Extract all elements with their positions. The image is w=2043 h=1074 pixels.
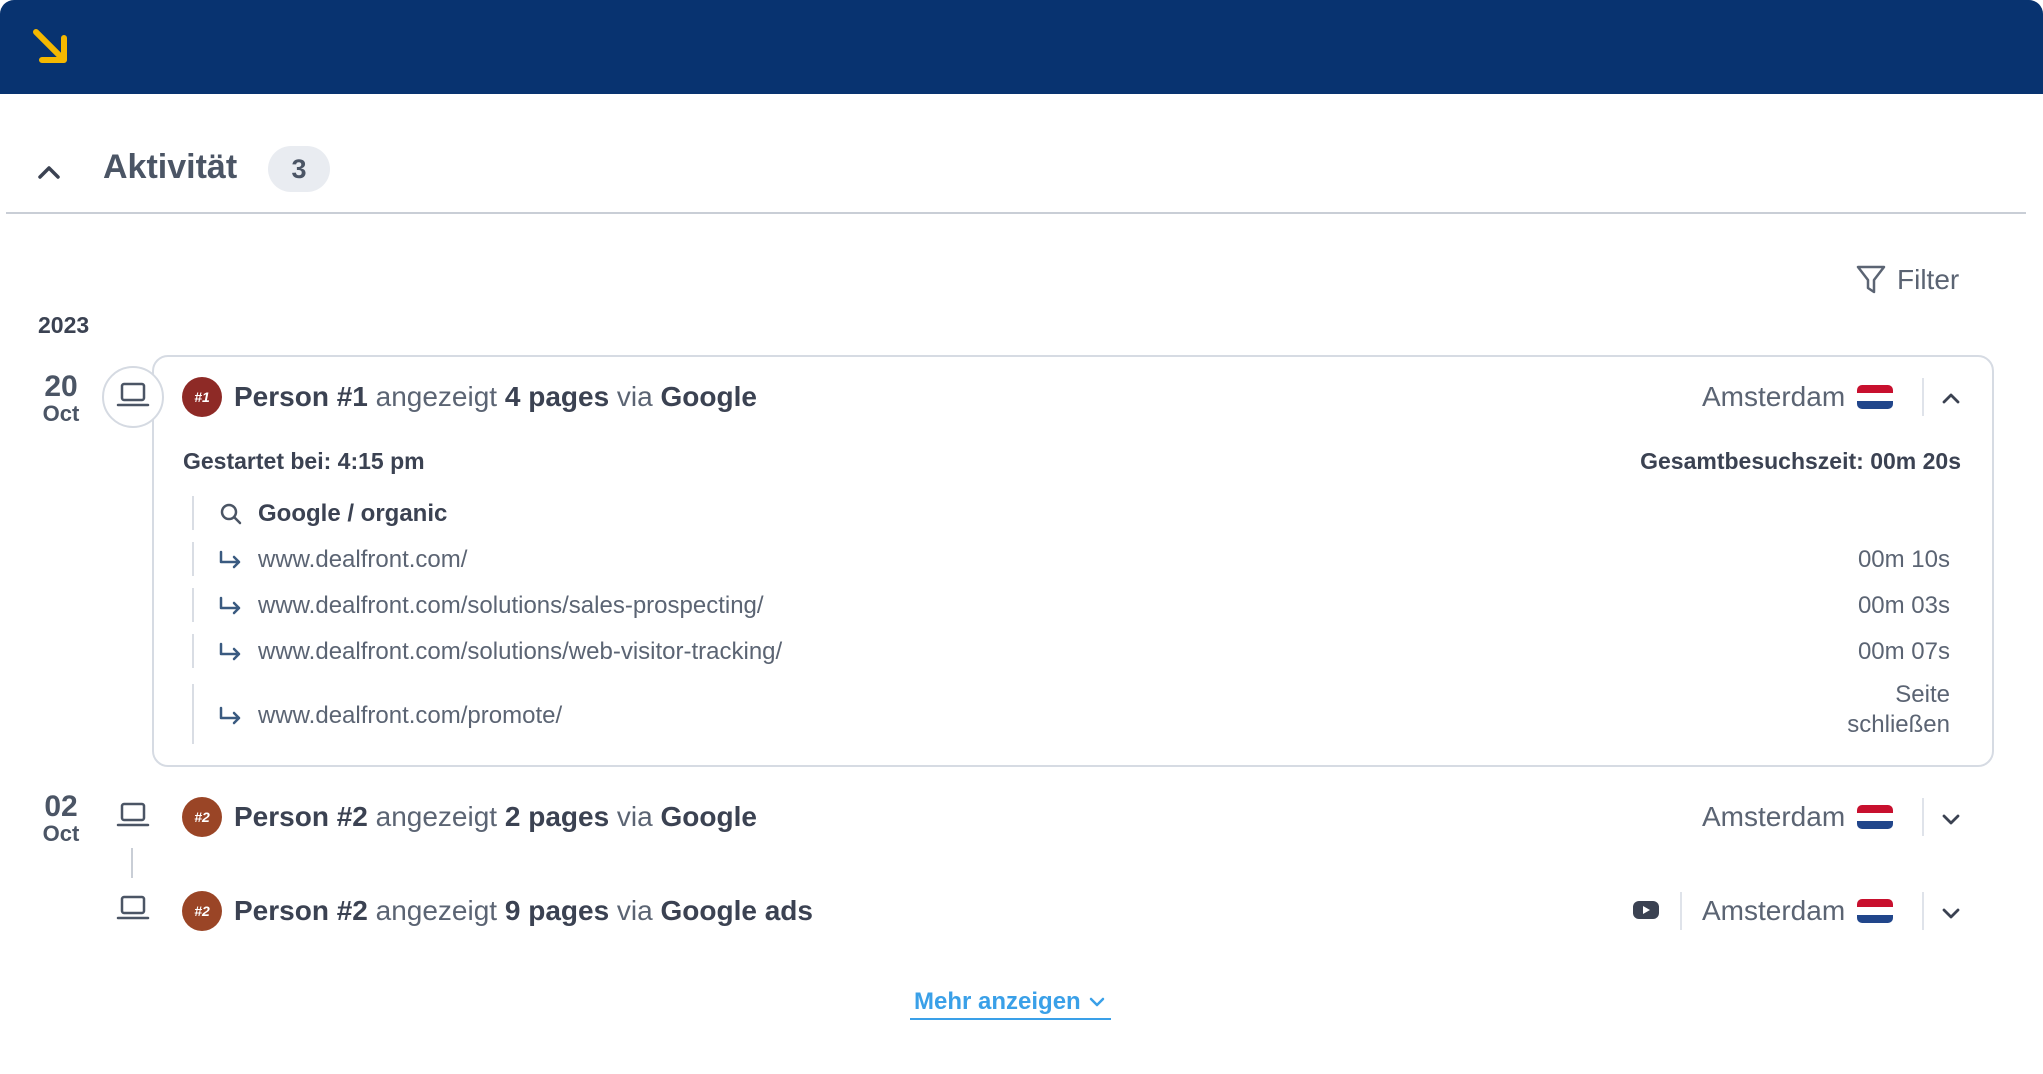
trail-line <box>192 542 194 576</box>
verb-text: angezeigt <box>375 801 498 832</box>
person-avatar: #1 <box>182 377 222 417</box>
chevron-down-icon <box>1089 997 1104 1007</box>
laptop-icon <box>116 895 150 920</box>
page-url[interactable]: www.dealfront.com/solutions/web-visitor-… <box>258 638 782 666</box>
traffic-source: Google <box>660 801 757 832</box>
page-count: 9 pages <box>504 895 610 926</box>
video-play-icon <box>1633 901 1659 919</box>
exit-line-2: schließen <box>1847 711 1950 738</box>
location: Amsterdam <box>1702 372 1894 422</box>
netherlands-flag-icon <box>1857 385 1894 409</box>
vertical-separator <box>1922 798 1924 836</box>
netherlands-flag-icon <box>1857 805 1894 829</box>
trail-line <box>192 588 194 622</box>
session-headline[interactable]: #1 Person #1 angezeigt 4 pages via Googl… <box>182 372 757 422</box>
session-headline-text: Person #1 angezeigt 4 pages via Google <box>234 381 757 413</box>
activity-count-badge: 3 <box>268 146 330 192</box>
session-headline-text: Person #2 angezeigt 9 pages via Google a… <box>234 895 813 927</box>
section-divider <box>6 212 2026 214</box>
trail-line <box>192 496 194 530</box>
page-url[interactable]: www.dealfront.com/ <box>258 546 467 574</box>
verb-text: angezeigt <box>375 381 498 412</box>
show-more-link[interactable]: Mehr anzeigen <box>910 988 1111 1020</box>
laptop-icon <box>116 382 150 407</box>
session-headline[interactable]: #2 Person #2 angezeigt 2 pages via Googl… <box>182 792 757 842</box>
page-count: 2 pages <box>504 801 610 832</box>
vertical-separator <box>1922 378 1924 416</box>
location-city: Amsterdam <box>1702 381 1846 412</box>
filter-button[interactable]: Filter <box>1855 262 1959 298</box>
page-count: 4 pages <box>504 381 610 412</box>
arrow-return-right-icon <box>219 596 241 615</box>
page-url[interactable]: www.dealfront.com/promote/ <box>258 702 562 730</box>
top-bar <box>0 0 2043 94</box>
arrow-return-right-icon <box>219 550 241 569</box>
arrow-return-right-icon <box>219 706 241 725</box>
page-url[interactable]: www.dealfront.com/solutions/sales-prospe… <box>258 592 764 620</box>
location-city: Amsterdam <box>1702 801 1846 832</box>
date-month: Oct <box>42 401 80 426</box>
referrer-text: Google / organic <box>258 500 448 527</box>
via-text: via <box>616 381 653 412</box>
chevron-up-icon[interactable] <box>1938 386 1964 412</box>
page-duration: 00m 07s <box>1857 638 1950 665</box>
location: Amsterdam <box>1702 792 1894 842</box>
laptop-icon <box>116 802 150 827</box>
date-day: 20 <box>44 370 78 403</box>
session-start-time: Gestartet bei: 4:15 pm <box>183 448 425 474</box>
session-date: 20 Oct <box>28 372 94 426</box>
person-name: Person #2 <box>234 801 368 832</box>
timeline-year: 2023 <box>38 312 90 338</box>
session-headline[interactable]: #2 Person #2 angezeigt 9 pages via Googl… <box>182 886 813 936</box>
chevron-down-icon[interactable] <box>1938 806 1964 832</box>
session-headline-text: Person #2 angezeigt 2 pages via Google <box>234 801 757 833</box>
location: Amsterdam <box>1702 886 1894 936</box>
chevron-down-icon[interactable] <box>1938 900 1964 926</box>
trail-line <box>192 634 194 668</box>
via-text: via <box>616 895 653 926</box>
arrow-down-right-icon[interactable] <box>30 26 74 70</box>
page-trail: Google / organic www.dealfront.com/ 00m … <box>192 496 1962 746</box>
netherlands-flag-icon <box>1857 899 1894 923</box>
activity-section-header[interactable]: Aktivität 3 <box>0 130 2043 214</box>
verb-text: angezeigt <box>375 895 498 926</box>
filter-label: Filter <box>1897 264 1960 295</box>
funnel-icon <box>1856 265 1886 294</box>
section-title: Aktivität <box>103 148 238 186</box>
person-name: Person #1 <box>234 381 368 412</box>
location-city: Amsterdam <box>1702 895 1846 926</box>
show-more-label: Mehr anzeigen <box>914 988 1081 1015</box>
person-avatar: #2 <box>182 797 222 837</box>
page-duration: 00m 10s <box>1857 546 1950 573</box>
exit-line-1: Seite <box>1895 681 1950 708</box>
date-day: 02 <box>44 790 78 823</box>
vertical-separator <box>1922 892 1924 930</box>
person-avatar: #2 <box>182 891 222 931</box>
page-exit-status: Seite schließen <box>1847 680 1950 740</box>
person-name: Person #2 <box>234 895 368 926</box>
arrow-return-right-icon <box>219 642 241 661</box>
session-date: 02 Oct <box>28 792 94 846</box>
date-month: Oct <box>42 821 80 846</box>
trail-line <box>192 684 194 744</box>
traffic-source: Google <box>660 381 757 412</box>
traffic-source: Google ads <box>660 895 813 926</box>
via-text: via <box>616 801 653 832</box>
page-duration: 00m 03s <box>1857 592 1950 619</box>
search-icon <box>220 503 242 525</box>
timeline-connector <box>131 848 133 878</box>
chevron-up-icon[interactable] <box>34 158 64 188</box>
vertical-separator <box>1680 892 1682 930</box>
session-total-time: Gesamtbesuchszeit: 00m 20s <box>1640 448 1961 474</box>
